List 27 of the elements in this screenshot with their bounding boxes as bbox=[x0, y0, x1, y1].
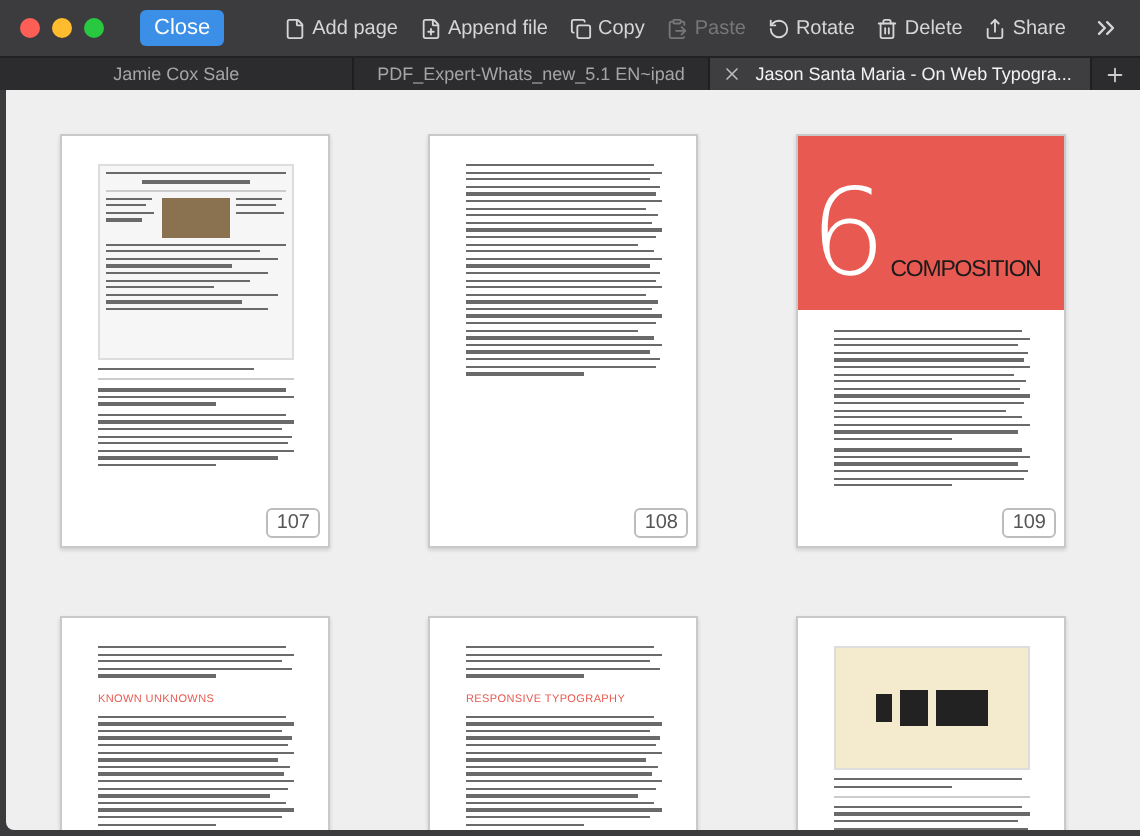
minimize-window-icon[interactable] bbox=[52, 18, 72, 38]
zoom-window-icon[interactable] bbox=[84, 18, 104, 38]
rotate-icon bbox=[767, 17, 790, 39]
toolbar-button[interactable]: Add page bbox=[284, 17, 398, 39]
page-number: 108 bbox=[634, 508, 688, 538]
page-thumbnail[interactable]: 108 bbox=[428, 134, 698, 548]
page-thumbnail[interactable]: 6 COMPOSITION 109 bbox=[796, 134, 1066, 548]
close-icon[interactable] bbox=[721, 64, 742, 84]
page-icon bbox=[284, 17, 307, 39]
file-plus-icon bbox=[419, 17, 442, 39]
toolbar-button[interactable]: Append file bbox=[419, 17, 548, 39]
document-tab[interactable]: Jason Santa Maria - On Web Typogra... bbox=[709, 58, 1092, 90]
share-icon bbox=[984, 17, 1007, 39]
page-thumbnail[interactable]: 107 bbox=[60, 134, 330, 548]
chapter-number: 6 bbox=[810, 162, 887, 308]
page-number: 107 bbox=[266, 508, 320, 538]
toolbar-button[interactable]: Copy bbox=[570, 17, 645, 39]
trash-icon bbox=[876, 17, 899, 39]
clipboard-icon bbox=[666, 17, 689, 39]
chapter-title: COMPOSITION bbox=[890, 258, 1041, 282]
page-number: 109 bbox=[1002, 508, 1056, 538]
close-window-icon[interactable] bbox=[20, 18, 40, 38]
toolbar-button[interactable]: Rotate bbox=[767, 17, 855, 39]
copy-icon bbox=[570, 17, 592, 39]
toolbar-button[interactable]: Share bbox=[984, 17, 1066, 39]
plus-icon bbox=[1104, 63, 1127, 85]
toolbar-button[interactable]: Delete bbox=[876, 17, 963, 39]
